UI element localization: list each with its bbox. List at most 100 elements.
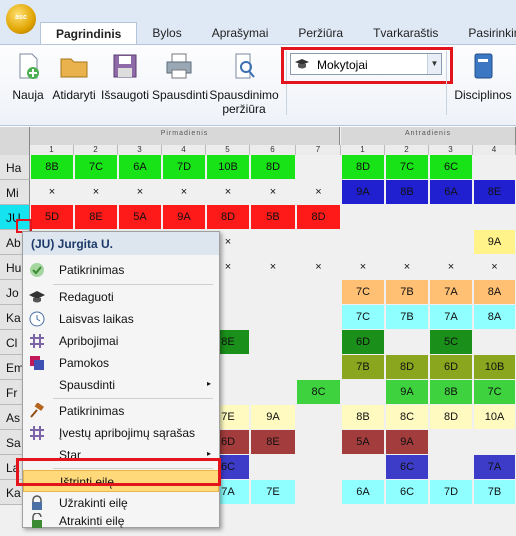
timetable-cell[interactable]: [251, 455, 295, 479]
print-preview-button[interactable]: Spausdinimo peržiūra: [208, 51, 280, 116]
print-button[interactable]: Spausdinti: [152, 51, 208, 102]
timetable-cell[interactable]: 9A: [474, 230, 515, 254]
timetable-cell[interactable]: ×: [75, 180, 117, 204]
timetable-cell[interactable]: 8E: [251, 430, 295, 454]
timetable-cell[interactable]: ×: [474, 255, 515, 279]
timetable-cell[interactable]: ×: [251, 180, 295, 204]
timetable-cell[interactable]: 7B: [386, 305, 428, 329]
timetable-cell[interactable]: 8D: [386, 355, 428, 379]
timetable-cell[interactable]: 6C: [430, 155, 472, 179]
timetable-cell[interactable]: [297, 280, 340, 304]
timetable-cell[interactable]: 9A: [386, 430, 428, 454]
timetable-cell[interactable]: [474, 330, 515, 354]
save-button[interactable]: Išsaugoti: [100, 51, 150, 102]
timetable-cell[interactable]: 6A: [342, 480, 384, 504]
timetable-cell[interactable]: 8E: [75, 205, 117, 229]
timetable-cell[interactable]: [297, 330, 340, 354]
timetable-cell[interactable]: 7C: [342, 280, 384, 304]
timetable-cell[interactable]: [430, 205, 472, 229]
timetable-cell[interactable]: 5A: [119, 205, 161, 229]
timetable-cell[interactable]: 7B: [342, 355, 384, 379]
row-label[interactable]: Mi: [0, 180, 30, 205]
timetable-cell[interactable]: [342, 455, 384, 479]
timetable-cell[interactable]: 8D: [297, 205, 340, 229]
new-button[interactable]: Nauja: [10, 51, 46, 102]
menu-item-unlock-row[interactable]: Atrakinti eilę: [23, 513, 219, 528]
timetable-cell[interactable]: [386, 230, 428, 254]
timetable-cell[interactable]: [297, 480, 340, 504]
timetable-cell[interactable]: [297, 405, 340, 429]
tab-bylos[interactable]: Bylos: [137, 22, 196, 44]
menu-item-check[interactable]: Patikrinimas: [23, 259, 219, 281]
timetable-cell[interactable]: 7C: [75, 155, 117, 179]
timetable-cell[interactable]: [297, 355, 340, 379]
open-button[interactable]: Atidaryti: [50, 51, 98, 102]
timetable-cell[interactable]: [297, 430, 340, 454]
timetable-cell[interactable]: [251, 330, 295, 354]
timetable-cell[interactable]: [342, 205, 384, 229]
app-logo-icon[interactable]: asc: [6, 4, 36, 34]
timetable-cell[interactable]: 8D: [430, 405, 472, 429]
timetable-cell[interactable]: ×: [163, 180, 205, 204]
timetable-cell[interactable]: [386, 205, 428, 229]
timetable-cell[interactable]: [386, 330, 428, 354]
timetable-cell[interactable]: ×: [430, 255, 472, 279]
timetable-cell[interactable]: 7B: [474, 480, 515, 504]
timetable-cell[interactable]: 7C: [386, 155, 428, 179]
timetable-cell[interactable]: 9A: [251, 405, 295, 429]
timetable-cell[interactable]: 8A: [474, 280, 515, 304]
timetable-cell[interactable]: 7E: [251, 480, 295, 504]
timetable-cell[interactable]: 7A: [430, 280, 472, 304]
timetable-cell[interactable]: ×: [251, 255, 295, 279]
timetable-cell[interactable]: [430, 430, 472, 454]
tab-pagrindinis[interactable]: Pagrindinis: [40, 22, 138, 44]
timetable-cell[interactable]: 7A: [430, 305, 472, 329]
timetable-cell[interactable]: 8B: [386, 180, 428, 204]
timetable-cell[interactable]: 5C: [430, 330, 472, 354]
menu-item-constraint-list[interactable]: Įvestų apribojimų sąrašas: [23, 422, 219, 444]
timetable-cell[interactable]: [297, 155, 340, 179]
timetable-cell[interactable]: ×: [207, 180, 249, 204]
menu-item-check-2[interactable]: Patikrinimas: [23, 400, 219, 422]
timetable-cell[interactable]: 6A: [430, 180, 472, 204]
timetable-cell[interactable]: [297, 305, 340, 329]
timetable-cell[interactable]: 7C: [342, 305, 384, 329]
timetable-cell[interactable]: 8E: [474, 180, 515, 204]
timetable-cell[interactable]: 5A: [342, 430, 384, 454]
timetable-cell[interactable]: 5D: [31, 205, 73, 229]
timetable-cell[interactable]: 8D: [342, 155, 384, 179]
disciplines-button[interactable]: Disciplinos: [452, 51, 514, 102]
timetable-cell[interactable]: 8C: [297, 380, 340, 404]
timetable-cell[interactable]: 8B: [31, 155, 73, 179]
tab-aprasymai[interactable]: Aprašymai: [197, 22, 284, 44]
timetable-cell[interactable]: ×: [297, 180, 340, 204]
timetable-cell[interactable]: [251, 380, 295, 404]
timetable-cell[interactable]: 8B: [342, 405, 384, 429]
timetable-cell[interactable]: [251, 230, 295, 254]
timetable-cell[interactable]: [342, 230, 384, 254]
timetable-cell[interactable]: ×: [342, 255, 384, 279]
timetable-cell[interactable]: 6A: [119, 155, 161, 179]
menu-item-edit[interactable]: Redaguoti: [23, 286, 219, 308]
timetable-cell[interactable]: [297, 455, 340, 479]
row-label[interactable]: Ha: [0, 155, 30, 180]
timetable-cell[interactable]: 7A: [474, 455, 515, 479]
timetable-cell[interactable]: 6C: [386, 455, 428, 479]
timetable-cell[interactable]: [342, 380, 384, 404]
timetable-cell[interactable]: ×: [31, 180, 73, 204]
timetable-cell[interactable]: 8C: [386, 405, 428, 429]
timetable-cell[interactable]: 10B: [474, 355, 515, 379]
menu-item-constraints[interactable]: Apribojimai: [23, 330, 219, 352]
timetable-cell[interactable]: [474, 155, 515, 179]
timetable-cell[interactable]: 9A: [386, 380, 428, 404]
timetable-cell[interactable]: 8A: [474, 305, 515, 329]
timetable-cell[interactable]: 9A: [163, 205, 205, 229]
timetable-cell[interactable]: 7C: [474, 380, 515, 404]
timetable-cell[interactable]: [297, 230, 340, 254]
timetable-cell[interactable]: [251, 305, 295, 329]
menu-item-lock-row[interactable]: Užrakinti eilę: [23, 492, 219, 514]
timetable-cell[interactable]: 8D: [251, 155, 295, 179]
timetable-cell[interactable]: 7B: [386, 280, 428, 304]
menu-item-free-time[interactable]: Laisvas laikas: [23, 308, 219, 330]
timetable-cell[interactable]: [474, 205, 515, 229]
